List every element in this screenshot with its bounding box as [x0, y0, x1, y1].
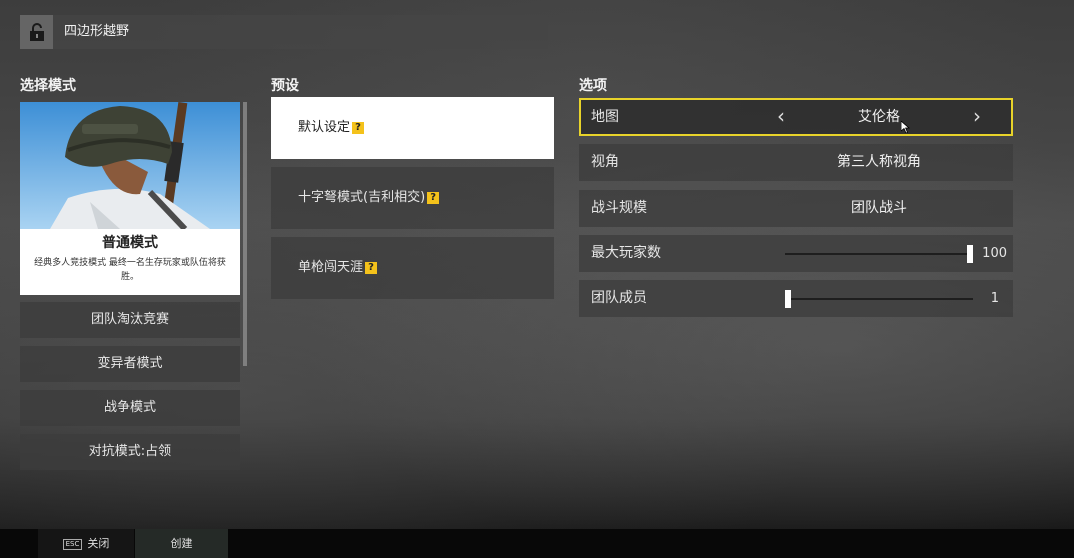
- max-players-slider-track[interactable]: [785, 253, 973, 255]
- footer-bar: ESC 关闭 创建: [0, 529, 1074, 558]
- room-name: 四边形越野: [64, 24, 130, 39]
- preset-default[interactable]: 默认设定?: [271, 97, 554, 159]
- help-icon[interactable]: ?: [365, 262, 378, 274]
- mode-button-conquest[interactable]: 对抗模式:占领: [20, 434, 240, 470]
- unlock-icon: [29, 23, 44, 41]
- mode-button-mutant[interactable]: 变异者模式: [20, 346, 240, 382]
- soldier-artwork: [20, 102, 240, 229]
- mode-button-war[interactable]: 战争模式: [20, 390, 240, 426]
- preset-label: 单枪闯天涯: [298, 260, 364, 275]
- chevron-right-icon[interactable]: ›: [973, 100, 981, 133]
- option-max-players[interactable]: 最大玩家数 100: [579, 235, 1013, 272]
- option-max-players-label: 最大玩家数: [591, 245, 661, 261]
- option-map-label: 地图: [591, 109, 619, 125]
- mode-list-scrollbar[interactable]: [243, 102, 247, 366]
- preset-lone-wolf[interactable]: 单枪闯天涯?: [271, 237, 554, 299]
- option-team-mode-value: 团队战斗: [851, 200, 907, 216]
- help-icon[interactable]: ?: [427, 192, 440, 204]
- mode-card-description: 经典多人竞技模式 最终一名生存玩家或队伍将获胜。: [34, 258, 226, 282]
- create-button[interactable]: 创建: [135, 529, 228, 558]
- preset-label: 十字弩模式(吉利相交): [298, 190, 426, 205]
- option-perspective-value: 第三人称视角: [837, 154, 921, 170]
- room-header: 四边形越野: [20, 15, 548, 49]
- chevron-left-icon[interactable]: ‹: [777, 100, 785, 133]
- preset-crossbow[interactable]: 十字弩模式(吉利相交)?: [271, 167, 554, 229]
- option-team-members-label: 团队成员: [591, 290, 647, 306]
- preset-label: 默认设定: [298, 120, 351, 135]
- mode-button-team-elimination[interactable]: 团队淘汰竞赛: [20, 302, 240, 338]
- section-title-mode: 选择模式: [20, 78, 76, 94]
- mode-card-title: 普通模式: [102, 235, 158, 251]
- option-map-value: 艾伦格: [858, 109, 900, 125]
- option-team-members[interactable]: 团队成员 1: [579, 280, 1013, 317]
- option-team-mode-label: 战斗规模: [591, 200, 647, 216]
- help-icon[interactable]: ?: [352, 122, 365, 134]
- option-map[interactable]: 地图 ‹ 艾伦格 ›: [579, 98, 1013, 136]
- max-players-slider-thumb[interactable]: [967, 245, 973, 263]
- max-players-value: 100: [982, 246, 1007, 261]
- option-perspective[interactable]: 视角 第三人称视角: [579, 144, 1013, 181]
- section-title-options: 选项: [579, 78, 607, 94]
- lock-toggle[interactable]: [20, 15, 53, 49]
- team-members-slider-thumb[interactable]: [785, 290, 791, 308]
- team-members-value: 1: [990, 291, 999, 306]
- section-title-preset: 预设: [271, 78, 299, 94]
- team-members-slider-track[interactable]: [785, 298, 973, 300]
- option-team-mode[interactable]: 战斗规模 团队战斗: [579, 190, 1013, 227]
- cursor-icon: [901, 121, 910, 133]
- close-label: 关闭: [87, 537, 110, 550]
- mode-card-normal[interactable]: 普通模式 经典多人竞技模式 最终一名生存玩家或队伍将获胜。: [20, 102, 240, 295]
- close-button[interactable]: ESC 关闭: [38, 529, 134, 558]
- create-label: 创建: [170, 537, 193, 550]
- esc-key-icon: ESC: [62, 539, 83, 550]
- option-perspective-label: 视角: [591, 154, 619, 170]
